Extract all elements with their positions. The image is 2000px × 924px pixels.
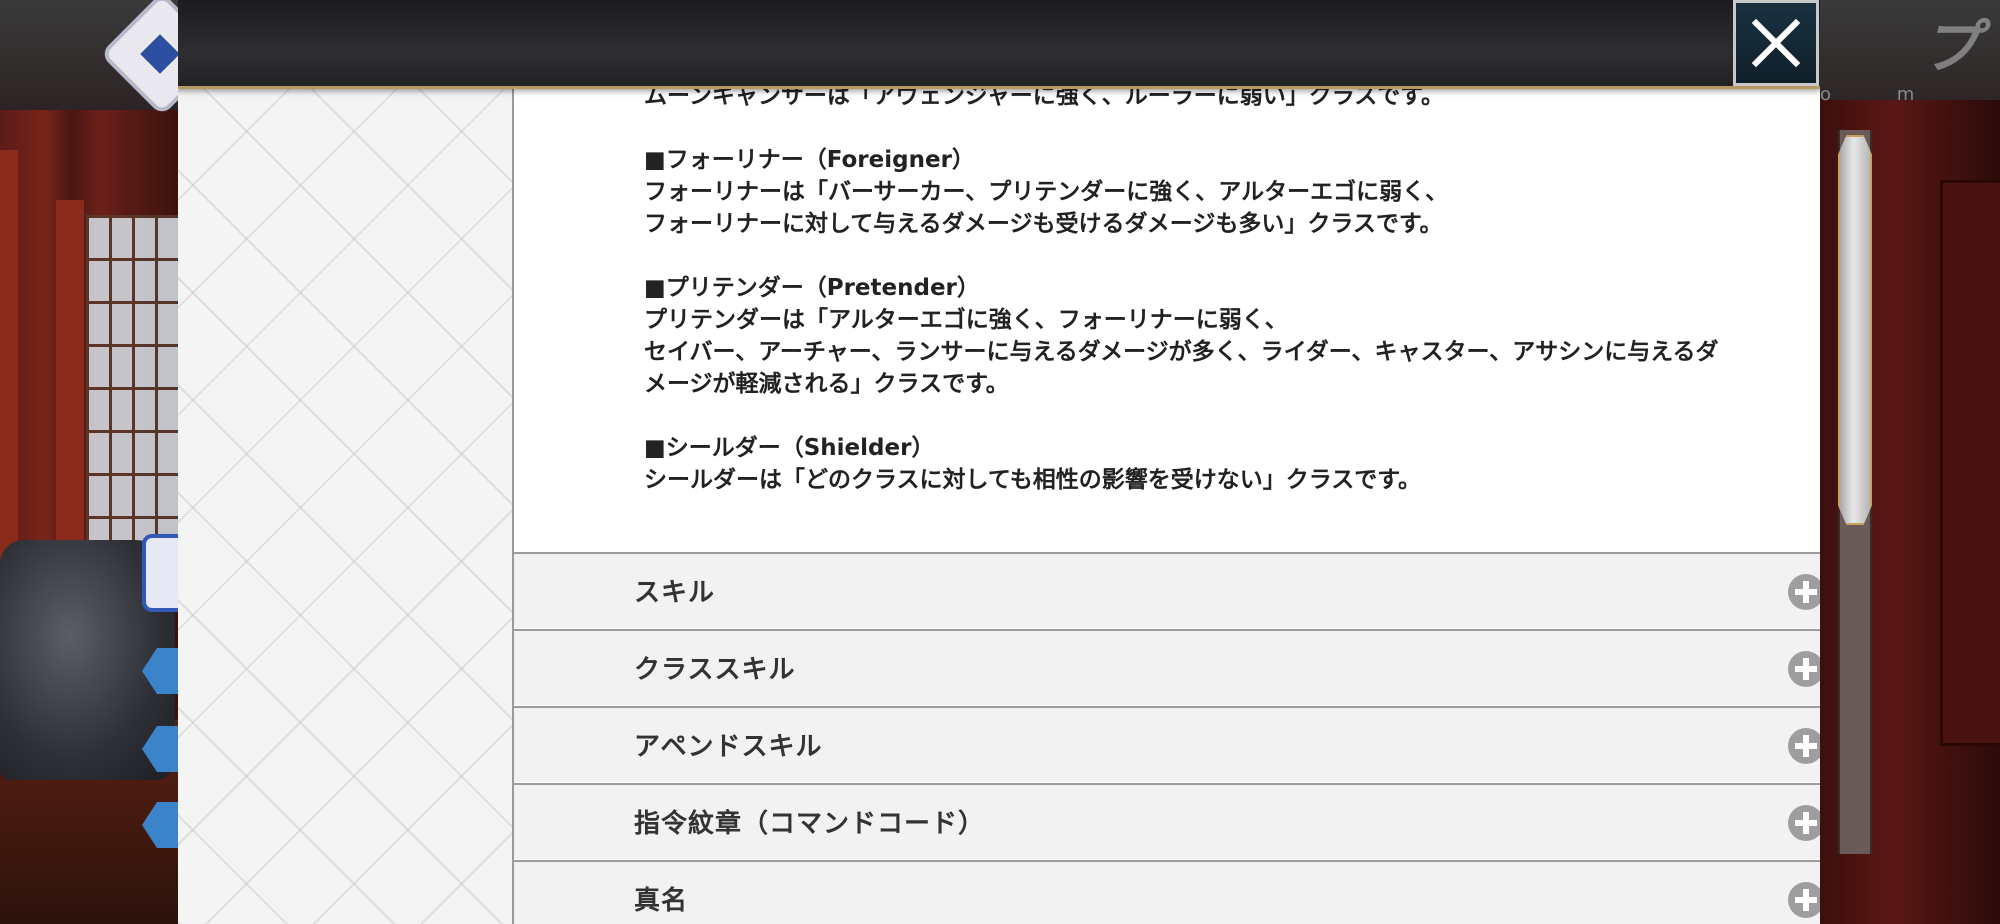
- paragraph-line: メージが軽減される」クラスです。: [644, 371, 1009, 397]
- section-heading: ■プリテンダー（Pretender）: [644, 275, 980, 301]
- section-heading: ■シールダー（Shielder）: [644, 435, 935, 461]
- help-dialog: ムーンキャンサーは「アヴェンジャーに強く、ルーラーに弱い」クラスです。 ■フォー…: [178, 0, 1820, 924]
- class-description-text: ムーンキャンサーは「アヴェンジャーに強く、ルーラーに弱い」クラスです。 ■フォー…: [644, 80, 1804, 496]
- paragraph-line: シールダーは「どのクラスに対しても相性の影響を受けない」クラスです。: [644, 467, 1421, 493]
- plus-circle-icon[interactable]: [1788, 728, 1820, 764]
- accordion-label: スキル: [634, 578, 716, 608]
- paragraph-line: プリテンダーは「アルターエゴに強く、フォーリナーに弱く、: [644, 307, 1288, 333]
- background-shoji-screen: [86, 215, 178, 575]
- accordion-label: クラススキル: [634, 655, 796, 685]
- section-heading: ■フォーリナー（Foreigner）: [644, 147, 975, 173]
- background-right-door: [1940, 180, 2000, 746]
- plus-circle-icon[interactable]: [1788, 574, 1820, 610]
- plus-circle-icon[interactable]: [1788, 882, 1820, 918]
- accordion-label: 指令紋章（コマンドコード）: [634, 809, 986, 839]
- scrollbar-thumb[interactable]: [1838, 135, 1872, 525]
- accordion-label: 真名: [634, 886, 689, 916]
- accordion-label: アペンドスキル: [634, 732, 823, 762]
- paragraph-line: セイバー、アーチャー、ランサーに与えるダメージが多く、ライダー、キャスター、アサ…: [644, 339, 1719, 365]
- close-x-icon: [1751, 18, 1801, 68]
- accordion-true-name[interactable]: 真名: [514, 860, 1820, 924]
- close-button[interactable]: [1733, 0, 1819, 86]
- accordion-command-code[interactable]: 指令紋章（コマンドコード）: [514, 783, 1820, 859]
- plus-circle-icon[interactable]: [1788, 805, 1820, 841]
- accordion-skill[interactable]: スキル: [514, 552, 1820, 628]
- paragraph-line: フォーリナーは「バーサーカー、プリテンダーに強く、アルターエゴに弱く、: [644, 179, 1449, 205]
- accordion-append-skill[interactable]: アペンドスキル: [514, 706, 1820, 782]
- background-subtitle-fragment: o m: [1820, 84, 1945, 105]
- help-content-panel[interactable]: ムーンキャンサーは「アヴェンジャーに強く、ルーラーに弱い」クラスです。 ■フォー…: [512, 0, 1820, 924]
- dialog-header: [178, 0, 1820, 89]
- accordion-class-skill[interactable]: クラススキル: [514, 629, 1820, 705]
- paragraph-line: フォーリナーに対して与えるダメージも受けるダメージも多い」クラスです。: [644, 211, 1443, 237]
- plus-circle-icon[interactable]: [1788, 651, 1820, 687]
